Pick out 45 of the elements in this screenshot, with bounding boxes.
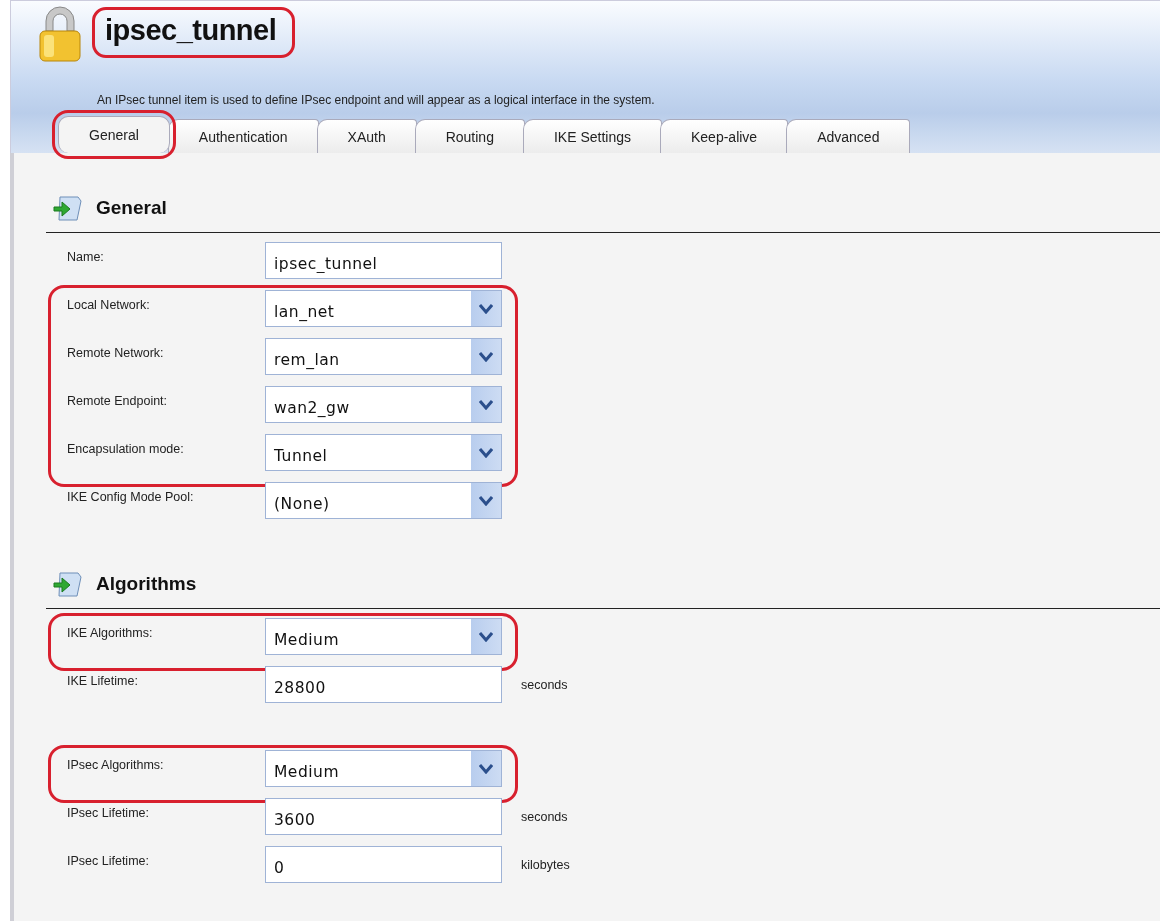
chevron-down-icon [479, 447, 493, 458]
chevron-down-icon [479, 763, 493, 774]
field-label: Remote Network: [66, 345, 165, 360]
tab[interactable]: Routing [414, 119, 525, 153]
chevron-down-icon [479, 303, 493, 314]
dropdown[interactable]: lan_net [265, 290, 502, 327]
tab[interactable]: IKE Settings [522, 119, 662, 153]
page-description: An IPsec tunnel item is used to define IPsec endpoint and will appear as a logical interface in the system. [97, 93, 655, 107]
section-heading: General [96, 197, 167, 219]
text-field[interactable]: 28800 [265, 666, 502, 703]
field-label: IKE Lifetime: [66, 673, 139, 688]
dropdown[interactable]: (None) [265, 482, 502, 519]
chevron-down-icon [479, 495, 493, 506]
text-field[interactable]: 0 [265, 846, 502, 883]
unit-label: seconds [521, 810, 568, 824]
field-label: Remote Endpoint: [66, 393, 169, 408]
dropdown[interactable]: wan2_gw [265, 386, 502, 423]
text-field[interactable]: 3600 [265, 798, 502, 835]
chevron-down-icon [479, 631, 493, 642]
chevron-down-icon [479, 399, 493, 410]
tab[interactable]: Keep-alive [660, 119, 789, 153]
field-label: IKE Config Mode Pool: [66, 489, 195, 504]
tab[interactable]: Advanced [786, 119, 911, 153]
field-label: Encapsulation mode: [66, 441, 185, 456]
field-label: IPsec Algorithms: [66, 757, 165, 772]
unit-label: kilobytes [521, 858, 570, 872]
field-label: IPsec Lifetime: [66, 805, 150, 820]
field-label: IKE Algorithms: [66, 625, 154, 640]
dropdown[interactable]: rem_lan [265, 338, 502, 375]
field-label: Local Network: [66, 297, 151, 312]
dropdown[interactable]: Medium [265, 618, 502, 655]
section-arrow-icon [52, 194, 84, 222]
page-title: ipsec_tunnel [92, 7, 296, 58]
section-arrow-icon [52, 570, 84, 598]
text-field[interactable]: ipsec_tunnel [265, 242, 502, 279]
field-label: Name: [66, 249, 105, 264]
padlock-icon [36, 5, 84, 63]
unit-label: seconds [521, 678, 568, 692]
tab[interactable]: Authentication [167, 119, 319, 153]
dropdown[interactable]: Tunnel [265, 434, 502, 471]
section-heading: Algorithms [96, 573, 197, 595]
field-label: IPsec Lifetime: [66, 853, 150, 868]
chevron-down-icon [479, 351, 493, 362]
tab[interactable]: XAuth [316, 119, 417, 153]
dropdown[interactable]: Medium [265, 750, 502, 787]
